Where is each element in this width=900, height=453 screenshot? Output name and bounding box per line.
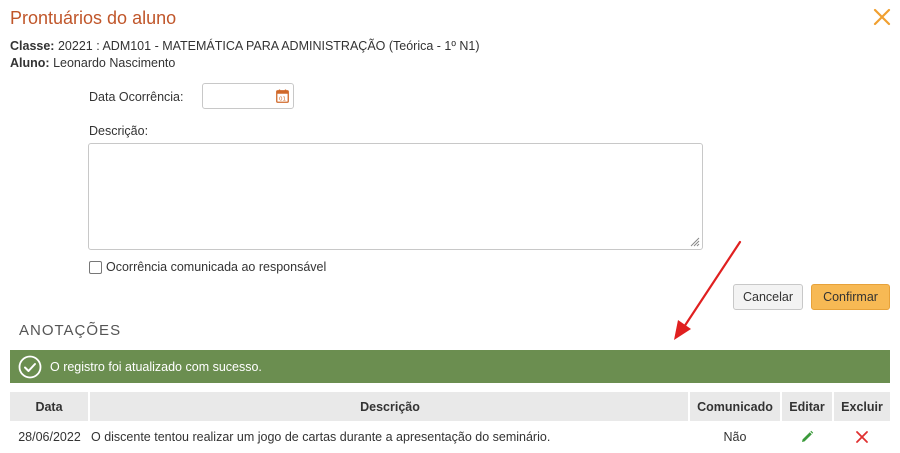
aluno-label: Aluno: xyxy=(10,56,50,70)
comunicado-checkbox-label[interactable]: Ocorrência comunicada ao responsável xyxy=(106,260,326,274)
column-header-comunicado: Comunicado xyxy=(689,392,782,421)
classe-info: Classe: 20221 : ADM101 - MATEMÁTICA PARA… xyxy=(10,39,480,53)
classe-label: Classe: xyxy=(10,39,55,53)
data-ocorrencia-label: Data Ocorrência: xyxy=(89,90,184,104)
table-row: 28/06/2022 O discente tentou realizar um… xyxy=(10,421,890,452)
comunicado-checkbox[interactable] xyxy=(89,260,102,274)
row-descricao: O discente tentou realizar um jogo de ca… xyxy=(91,429,551,444)
anotacoes-table: Data Descrição Comunicado Editar Excluir… xyxy=(10,392,890,452)
descricao-textarea[interactable] xyxy=(89,144,702,249)
column-header-editar: Editar xyxy=(781,392,834,421)
table-header-row: Data Descrição Comunicado Editar Excluir xyxy=(10,392,890,421)
data-ocorrencia-input[interactable] xyxy=(203,84,273,108)
data-ocorrencia-field[interactable]: 01 xyxy=(202,83,294,109)
column-header-data: Data xyxy=(10,392,90,421)
success-alert-text: O registro foi atualizado com sucesso. xyxy=(50,359,262,374)
anotacoes-title: ANOTAÇÕES xyxy=(19,322,122,339)
svg-text:01: 01 xyxy=(279,97,286,103)
delete-x-icon[interactable] xyxy=(855,430,869,444)
annotation-arrow-icon xyxy=(674,240,742,340)
row-comunicado: Não xyxy=(723,429,747,444)
descricao-field[interactable] xyxy=(88,143,703,250)
row-data: 28/06/2022 xyxy=(18,429,81,444)
aluno-value: Leonardo Nascimento xyxy=(53,56,176,70)
calendar-icon[interactable]: 01 xyxy=(276,89,289,103)
column-header-excluir: Excluir xyxy=(833,392,890,421)
descricao-label: Descrição: xyxy=(89,124,149,138)
close-icon[interactable] xyxy=(870,5,894,29)
confirm-button[interactable]: Confirmar xyxy=(811,284,890,310)
row-delete-cell xyxy=(833,421,890,452)
column-header-descricao: Descrição xyxy=(89,392,690,421)
aluno-info: Aluno: Leonardo Nascimento xyxy=(10,56,175,70)
success-alert: O registro foi atualizado com sucesso. xyxy=(10,350,890,383)
dialog-title: Prontuários do aluno xyxy=(10,8,177,28)
comunicado-checkbox-row[interactable]: Ocorrência comunicada ao responsável xyxy=(89,260,326,274)
classe-value: 20221 : ADM101 - MATEMÁTICA PARA ADMINIS… xyxy=(57,39,480,53)
pencil-icon[interactable] xyxy=(800,430,814,444)
check-circle-icon xyxy=(18,355,42,378)
row-edit-cell xyxy=(781,421,833,452)
